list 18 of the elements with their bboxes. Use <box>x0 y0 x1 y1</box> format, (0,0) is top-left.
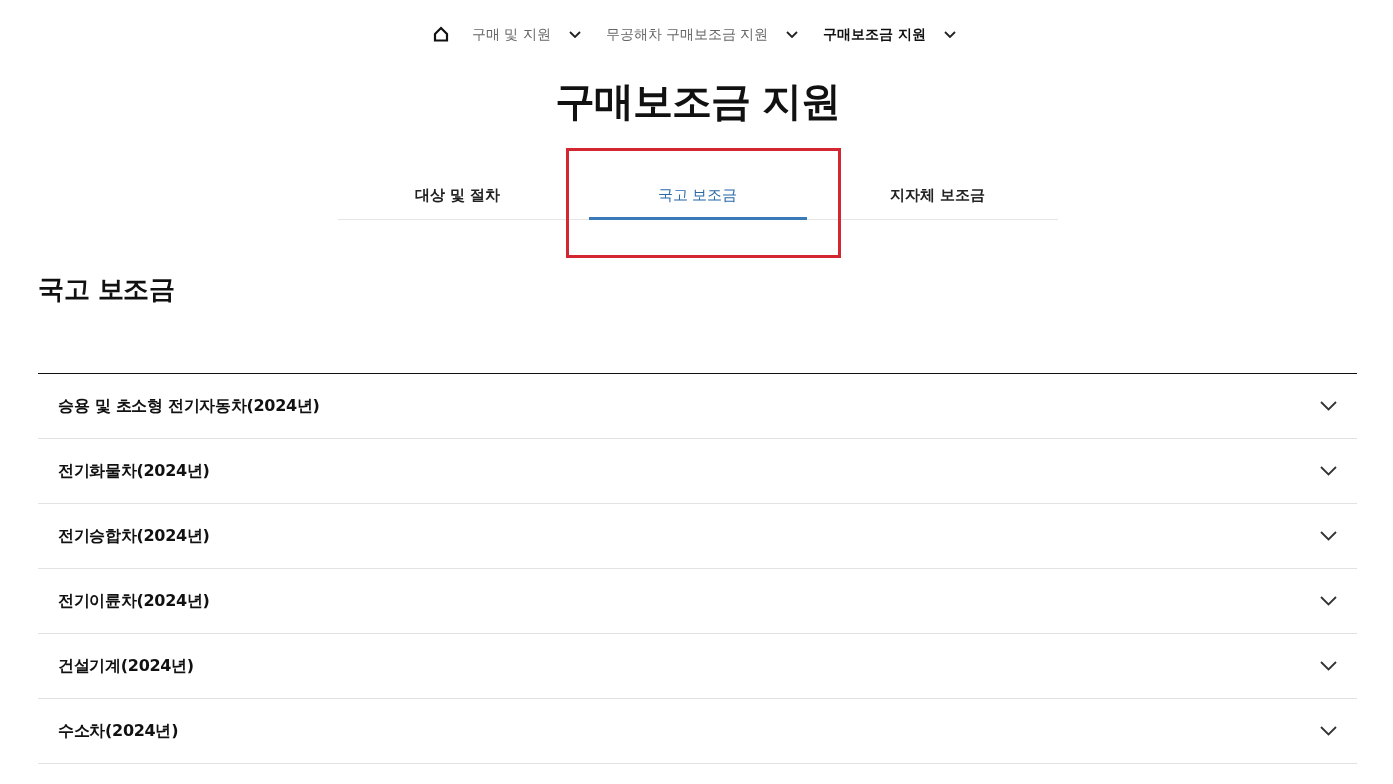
breadcrumb-link[interactable]: 구매보조금 지원 <box>823 24 927 44</box>
home-icon[interactable] <box>432 26 449 42</box>
accordion-item[interactable]: 승용 및 초소형 전기자동차(2024년) <box>38 374 1357 439</box>
page-title: 구매보조금 지원 <box>553 77 842 126</box>
accordion-item[interactable]: 전기승합차(2024년) <box>38 504 1357 569</box>
accordion-item[interactable]: 건설기계(2024년) <box>38 634 1357 699</box>
tab[interactable]: 국고 보조금 <box>588 170 807 220</box>
tab[interactable]: 대상 및 절차 <box>348 170 567 220</box>
breadcrumb-link[interactable]: 구매 및 지원 <box>471 24 551 44</box>
breadcrumb-link[interactable]: 무공해차 구매보조금 지원 <box>605 24 769 44</box>
accordion-item[interactable]: 전기이륜차(2024년) <box>38 569 1357 634</box>
accordion-item[interactable]: 수소차(2024년) <box>38 699 1357 764</box>
chevron-down-icon[interactable] <box>568 30 581 38</box>
section-heading: 국고 보조금 <box>38 273 176 306</box>
chevron-down-icon[interactable] <box>944 30 957 38</box>
chevron-down-icon[interactable] <box>786 30 799 38</box>
accordion-item[interactable]: 전기화물차(2024년) <box>38 439 1357 504</box>
tab[interactable]: 지자체 보조금 <box>828 170 1047 220</box>
